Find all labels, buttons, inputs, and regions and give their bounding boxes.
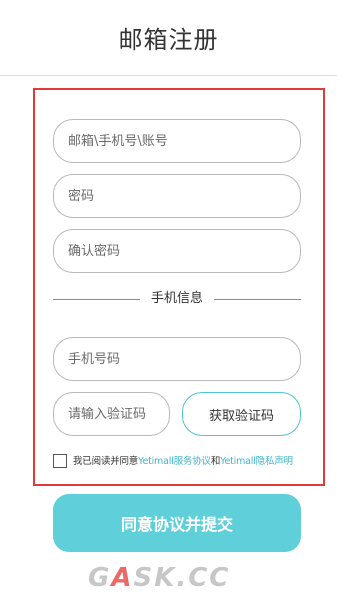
confirm-password-input[interactable] [53, 229, 301, 273]
agreement-checkbox[interactable] [53, 454, 67, 468]
agreement-joiner: 和 [210, 456, 221, 467]
phone-section-label: 手机信息 [150, 291, 203, 306]
submit-button[interactable]: 同意协议并提交 [53, 494, 301, 552]
agreement-row: 我已阅读并同意Yetimall服务协议和Yetimall隐私声明 [53, 453, 325, 473]
phone-input[interactable] [53, 337, 301, 381]
agreement-text: 我已阅读并同意Yetimall服务协议和Yetimall隐私声明 [73, 453, 333, 471]
service-agreement-link[interactable]: Yetimall服务协议 [138, 456, 211, 467]
header-bar: 邮箱注册 [0, 0, 337, 76]
page-title: 邮箱注册 [118, 26, 219, 54]
watermark-text-3: SK.CC [133, 563, 231, 593]
get-code-button[interactable]: 获取验证码 [182, 392, 301, 436]
privacy-statement-link[interactable]: Yetimall隐私声明 [220, 456, 293, 467]
agreement-prefix: 我已阅读并同意 [73, 456, 139, 467]
verification-code-input[interactable] [53, 392, 170, 436]
watermark-logo: GASK.CC [88, 562, 258, 594]
section-divider-left [53, 299, 140, 300]
watermark-text-1: G [88, 563, 112, 593]
password-input[interactable] [53, 174, 301, 218]
account-input[interactable] [53, 119, 301, 163]
watermark-text-2: A [111, 563, 134, 593]
section-divider-right [214, 299, 301, 300]
